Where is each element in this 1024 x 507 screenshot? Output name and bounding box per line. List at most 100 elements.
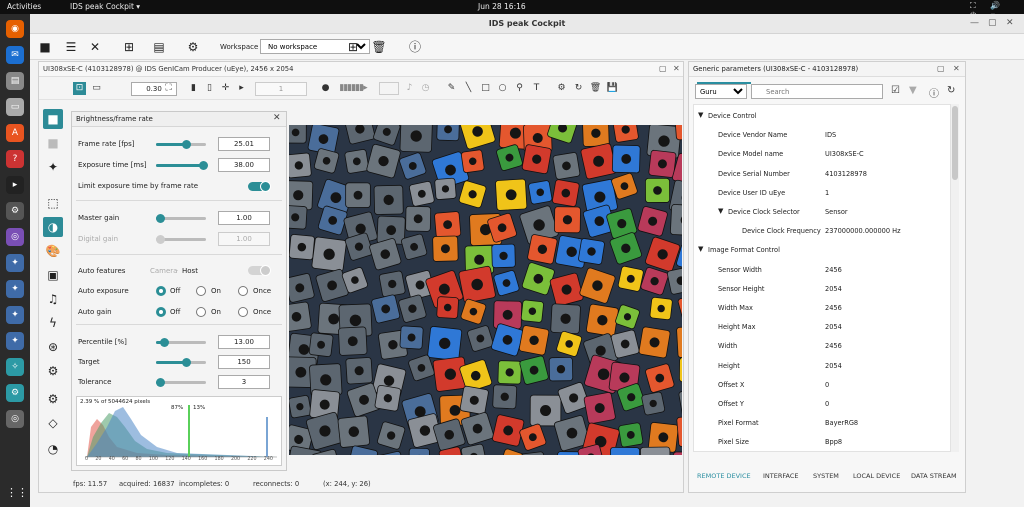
percentile-input[interactable]: 13.00 [218,335,270,349]
float-params-icon[interactable]: ▢ [937,64,945,73]
camera-image[interactable] [289,125,682,455]
activities-button[interactable]: Activities [7,2,41,11]
app-menu[interactable]: IDS peak Cockpit ▾ [70,2,140,11]
rectangle-icon[interactable]: □ [479,82,492,95]
auto-gain-off-radio[interactable] [156,307,166,317]
auto-features-toggle[interactable] [248,265,271,276]
expand-arrow-icon[interactable]: ▼ [698,245,703,253]
master-gain-input[interactable]: 1.00 [218,211,270,225]
delete-workspace-icon[interactable]: 🗑 [370,38,388,56]
parameter-value[interactable]: BayerRG8 [825,419,858,427]
help-icon[interactable]: ? [6,150,24,168]
parameter-row[interactable]: Height 2054 [694,356,950,375]
auto-exposure-off-radio[interactable] [156,286,166,296]
save-image-icon[interactable]: 💾 [606,82,619,95]
ids-tool-icon[interactable]: ✧ [6,358,24,376]
software-icon[interactable]: A [6,124,24,142]
buffer-input[interactable] [379,82,399,95]
parameter-value[interactable]: 2456 [825,342,842,350]
line-icon[interactable]: ╲ [462,82,475,95]
camera-list-icon[interactable]: ☰ [62,38,80,56]
files-icon[interactable]: ▤ [6,72,24,90]
overlay-refresh-icon[interactable]: ↻ [572,82,585,95]
parameter-value[interactable]: Sensor [825,208,848,216]
maximize-icon[interactable]: ▢ [988,18,997,28]
firefox-icon[interactable]: ◉ [6,20,24,38]
info-icon[interactable]: ⓘ [406,38,424,56]
parameter-row[interactable]: ▼ Device Clock Selector Sensor [694,202,950,221]
parameter-row[interactable]: Pixel Size Bpp8 [694,432,950,451]
zoom-1to1-icon[interactable]: ▭ [90,82,103,95]
parameter-value[interactable]: 4103128978 [825,170,867,178]
overlay-delete-icon[interactable]: 🗑 [589,82,602,95]
fullscreen-icon[interactable]: ⛶ [162,82,175,95]
brightness-icon[interactable]: ◑ [43,217,63,237]
auto-exposure-on-radio[interactable] [196,286,206,296]
parameter-value[interactable]: UI308xSE-C [825,150,864,158]
parameter-row[interactable]: Height Max 2054 [694,317,950,336]
auto-gain-on-radio[interactable] [196,307,206,317]
frame-rate-slider[interactable] [156,140,206,149]
color-palette-icon[interactable]: 🎨 [43,241,63,261]
settings-icon[interactable]: ⚙ [6,202,24,220]
close-camera-icon[interactable]: ✕ [86,38,104,56]
close-panel-icon[interactable]: ✕ [673,64,680,73]
parameter-row[interactable]: Width Max 2456 [694,298,950,317]
filter-icon[interactable]: ▼ [909,85,917,96]
camera-icon[interactable]: ■ [36,38,54,56]
parameter-row[interactable]: Device User ID uEye 1 [694,183,950,202]
parameter-row[interactable]: Device Clock Frequency 237000000.000000 H… [694,221,950,240]
parameter-row[interactable]: Offset X 0 [694,375,950,394]
image-settings-icon[interactable]: ⚙ [43,389,63,409]
exposure-input[interactable]: 38.00 [218,158,270,172]
auto-exposure-once-radio[interactable] [238,286,248,296]
target-input[interactable]: 150 [218,355,270,369]
histogram-icon[interactable]: ▮ [187,82,200,95]
master-gain-slider[interactable] [156,214,206,223]
param-tab[interactable]: LOCAL DEVICE [853,472,900,480]
disc-icon[interactable]: ◎ [6,410,24,428]
parameter-row[interactable]: ▼ Device Control [694,106,950,125]
stream-settings-icon[interactable]: ⚙ [43,361,63,381]
exposure-slider[interactable] [156,161,208,170]
parameter-row[interactable]: ▼ Image Format Control [694,240,950,259]
parameter-row[interactable]: Device Vendor Name IDS [694,125,950,144]
sparkle-icon[interactable]: ✦ [43,157,63,177]
param-tab[interactable]: INTERFACE [763,472,799,480]
clock[interactable]: Jun 28 16:16 [478,2,526,11]
parameter-value[interactable]: 2456 [825,304,842,312]
auto-gain-once-radio[interactable] [238,307,248,317]
frame-rate-input[interactable]: 25.01 [218,137,270,151]
parameter-scrollbar[interactable] [951,104,959,452]
crosshair-icon[interactable]: ✛ [219,82,232,95]
frame-input[interactable]: 1 [255,82,307,96]
settings-gear-icon[interactable]: ⚙ [184,38,202,56]
parameter-value[interactable]: 2054 [825,362,842,370]
add-workspace-icon[interactable]: ⊞ [344,38,362,56]
limit-exposure-toggle[interactable] [248,181,271,192]
expand-arrow-icon[interactable]: ▼ [718,207,723,215]
app-icon-a[interactable]: ◎ [6,228,24,246]
expand-arrow-icon[interactable]: ▼ [698,111,703,119]
refresh-icon[interactable]: ↻ [947,85,955,96]
text-tool-icon[interactable]: T [530,82,543,95]
close-brightness-icon[interactable]: ✕ [273,113,281,123]
export-icon[interactable]: ☑ [891,85,900,96]
param-tab[interactable]: REMOTE DEVICE [697,472,751,480]
roi-icon[interactable]: ⬚ [43,193,63,213]
parameter-row[interactable]: Device Model name UI308xSE-C [694,144,950,163]
circle-icon[interactable]: ○ [496,82,509,95]
tolerance-input[interactable]: 3 [218,375,270,389]
close-window-icon[interactable]: ✕ [1006,18,1014,28]
ruler-icon[interactable]: ▯ [203,82,216,95]
parameter-value[interactable]: IDS [825,131,836,139]
camera-mode-label[interactable]: Camera [150,267,177,275]
parameter-row[interactable]: Offset Y 0 [694,394,950,413]
percentile-slider[interactable] [156,338,206,347]
tolerance-slider[interactable] [156,378,206,387]
frame-step-icon[interactable]: ▸ [235,82,248,95]
camera-inactive-icon[interactable]: ■ [43,133,63,153]
log-icon[interactable]: ▤ [150,38,168,56]
ipl-icon[interactable]: ▣ [43,265,63,285]
show-apps-icon[interactable]: ⋮⋮ [6,484,28,502]
